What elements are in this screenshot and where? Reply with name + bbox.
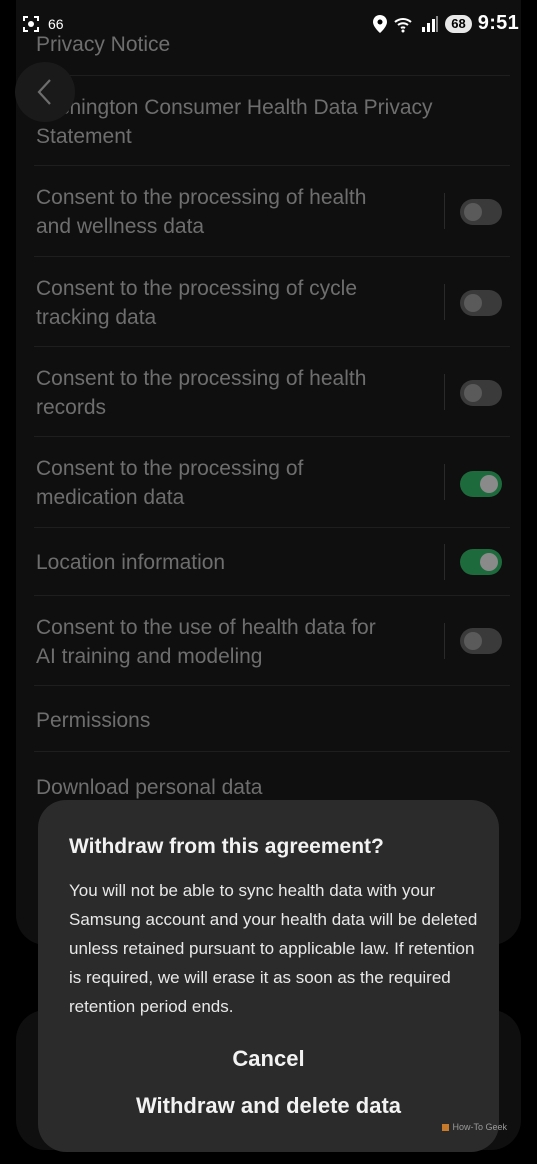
washington-label-line1: shington Consumer Health Data Privacy (59, 96, 433, 119)
consent-health-records-row[interactable]: Consent to the processing of health reco… (34, 347, 510, 437)
toggle-location[interactable] (460, 549, 502, 575)
signal-icon (422, 15, 439, 32)
washington-privacy-row[interactable]: shington Consumer Health Data Privacy St… (34, 76, 510, 166)
withdraw-delete-button[interactable]: Withdraw and delete data (38, 1093, 499, 1119)
status-right: 68 9:51 (373, 12, 519, 35)
divider (444, 623, 445, 659)
watermark-logo-icon (442, 1123, 450, 1131)
consent-medication-label: Consent to the processing of (36, 457, 304, 480)
divider (444, 284, 445, 320)
consent-ai-training-label2: AI training and modeling (36, 645, 263, 668)
consent-cycle-tracking-label2: tracking data (36, 306, 157, 329)
status-bar: 66 68 9:51 (0, 0, 537, 52)
consent-cycle-tracking-row[interactable]: Consent to the processing of cycle track… (34, 257, 510, 347)
clock: 9:51 (477, 12, 519, 34)
watermark: How-To Geek (442, 1122, 507, 1132)
wifi-icon (394, 17, 412, 32)
divider (444, 193, 445, 229)
toggle-medication[interactable] (460, 471, 502, 497)
back-button[interactable] (15, 62, 75, 122)
cancel-button[interactable]: Cancel (38, 1046, 499, 1072)
consent-ai-training-label: Consent to the use of health data for (36, 616, 376, 639)
location-icon (373, 14, 388, 33)
washington-label-line2: Statement (36, 125, 132, 148)
consent-health-wellness-row[interactable]: Consent to the processing of health and … (34, 166, 510, 257)
battery-indicator: 68 (445, 14, 472, 33)
consent-health-wellness-label: Consent to the processing of health (36, 186, 367, 209)
divider (444, 374, 445, 410)
toggle-health-records[interactable] (460, 380, 502, 406)
download-data-label: Download personal data (36, 776, 263, 799)
toggle-health-wellness[interactable] (460, 199, 502, 225)
consent-health-wellness-label2: and wellness data (36, 215, 205, 238)
divider (444, 464, 445, 500)
screenshot-icon (23, 16, 39, 32)
consent-cycle-tracking-label: Consent to the processing of cycle (36, 277, 358, 300)
watermark-text: How-To Geek (452, 1122, 507, 1132)
consent-ai-training-row[interactable]: Consent to the use of health data for AI… (34, 596, 510, 686)
location-information-label: Location information (36, 551, 226, 574)
permissions-row[interactable]: Permissions (34, 686, 510, 752)
consent-health-records-label: Consent to the processing of health (36, 367, 367, 390)
dialog-title: Withdraw from this agreement? (69, 835, 384, 858)
consent-medication-label2: medication data (36, 486, 185, 509)
divider (444, 544, 445, 580)
toggle-cycle-tracking[interactable] (460, 290, 502, 316)
permissions-label: Permissions (36, 709, 151, 732)
dialog-body: You will not be able to sync health data… (69, 881, 478, 1016)
consent-medication-row[interactable]: Consent to the processing of medication … (34, 437, 510, 528)
withdraw-dialog: Withdraw from this agreement? You will n… (38, 800, 499, 1152)
chevron-left-icon (37, 79, 51, 105)
location-information-row[interactable]: Location information (34, 528, 510, 596)
consent-health-records-label2: records (36, 396, 107, 419)
status-left: 66 (22, 15, 64, 33)
toggle-ai-training[interactable] (460, 628, 502, 654)
notification-count: 66 (48, 16, 64, 32)
